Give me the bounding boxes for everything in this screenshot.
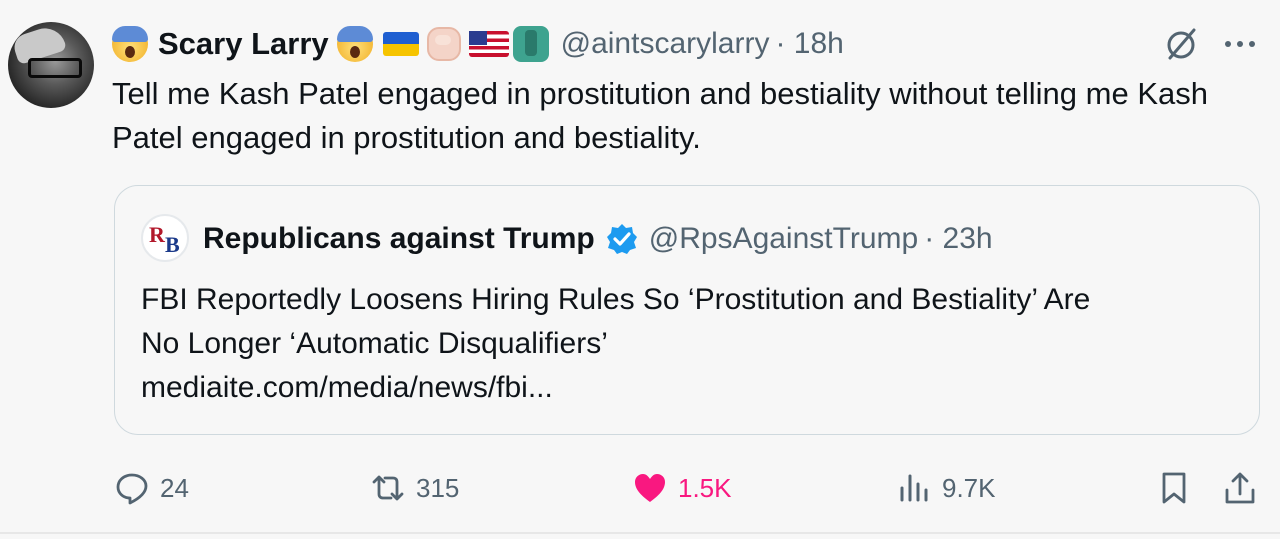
quoted-tweet-text: FBI Reportedly Loosens Hiring Rules So ‘… [141,278,1241,410]
statue-of-liberty-emoji-icon [512,26,549,62]
quoted-text-line-2: No Longer ‘Automatic Disqualifiers’ [141,327,608,360]
views-count: 9.7K [942,472,996,503]
repost-icon [372,475,404,501]
tweet-header: Scary Larry @aintscarylarry · 18h [112,22,844,66]
verified-badge-icon [606,224,637,254]
bookmark-button[interactable] [1156,458,1192,518]
reply-count: 24 [160,472,189,503]
like-button[interactable]: 1.5K [632,458,732,518]
screaming-face-emoji-icon [112,26,148,62]
tweet-timestamp[interactable]: · 18h [775,27,843,61]
quoted-tweet-timestamp[interactable]: · 23h [924,222,992,256]
author-display-name[interactable]: Scary Larry [158,26,329,62]
quoted-tweet-header: Republicans against Trump @RpsAgainstTru… [203,216,993,262]
heart-icon [635,474,665,502]
author-avatar[interactable] [8,22,94,108]
views-icon [900,474,928,502]
divider [0,532,1280,534]
like-count: 1.5K [678,472,732,503]
tweet-text: Tell me Kash Patel engaged in prostituti… [112,76,1208,155]
quoted-tweet-link[interactable]: mediaite.com/media/news/fbi... [141,366,1241,410]
reply-icon [116,473,148,505]
grok-icon[interactable] [1164,26,1200,62]
share-button[interactable] [1222,458,1258,518]
quoted-author-display-name[interactable]: Republicans against Trump [203,222,595,256]
author-handle[interactable]: @aintscarylarry [561,27,770,61]
quoted-text-line-1: FBI Reportedly Loosens Hiring Rules So ‘… [141,283,1091,316]
views-button[interactable]: 9.7K [896,458,996,518]
quoted-author-handle[interactable]: @RpsAgainstTrump [649,222,918,256]
raised-fist-emoji-icon [426,27,461,61]
avatar-letter-b: B [165,232,180,257]
screaming-face-emoji-icon [336,26,373,62]
repost-count: 315 [416,472,460,503]
ukraine-flag-emoji-icon [382,32,419,56]
quoted-author-avatar[interactable]: R B [141,214,189,262]
reply-button[interactable]: 24 [114,458,189,518]
repost-button[interactable]: 315 [370,458,459,518]
tweet[interactable]: Scary Larry @aintscarylarry · 18h Tell m… [0,0,1280,539]
share-icon [1225,472,1255,504]
quoted-tweet[interactable]: R B Republicans against Trump @RpsAgains… [114,185,1260,435]
avatar-glasses [28,58,82,78]
bookmark-icon [1162,472,1186,504]
avatar-letter-r: R [149,222,165,247]
action-bar: 24 315 1.5K 9.7K [0,458,1280,518]
us-flag-emoji-icon [468,31,509,57]
more-icon[interactable] [1222,30,1258,58]
